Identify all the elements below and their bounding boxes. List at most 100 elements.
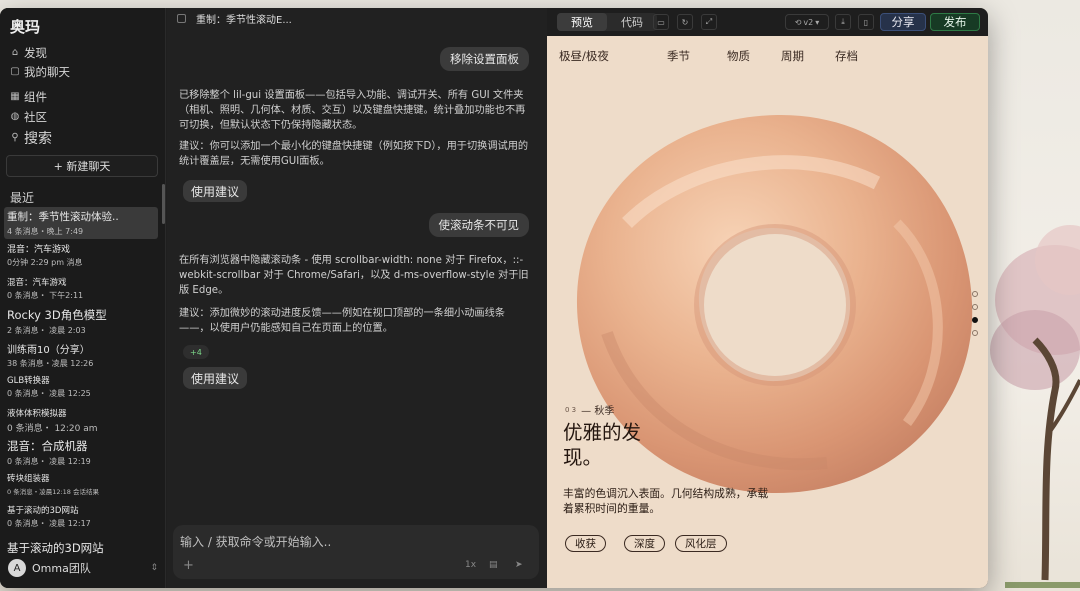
history-item[interactable]: 重制：季节性滚动体验.. 4 条消息・晚上 7:49 bbox=[4, 207, 158, 239]
nav-label: 搜索 bbox=[24, 131, 52, 147]
hero-headline: 优雅的发现。 bbox=[563, 421, 642, 469]
layout-icon[interactable]: ▭ bbox=[653, 14, 669, 30]
tab-preview[interactable]: 预览 bbox=[557, 13, 607, 31]
bookmark-icon[interactable]: ▯ bbox=[858, 14, 874, 30]
history-item[interactable]: Rocky 3D角色模型 2 条消息・ 凌晨 2:03 bbox=[4, 305, 158, 338]
history-icon: ⟲ bbox=[794, 17, 802, 27]
attach-plus-icon[interactable]: + bbox=[183, 558, 194, 573]
history-meta: 0 条消息・ 12:20 am bbox=[7, 424, 98, 434]
view-toggle: 预览 代码 bbox=[557, 13, 657, 31]
history-item[interactable]: 基于滚动的3D网站 0 条消息・ 凌晨 12:17 bbox=[4, 502, 158, 531]
scroll-dot-active[interactable] bbox=[972, 317, 978, 323]
history-title: 混音：汽车游戏 bbox=[7, 278, 67, 288]
assistant-message: 已移除整个 lil-gui 设置面板——包括导入功能、调试开关、所有 GUI 文… bbox=[179, 90, 526, 131]
chat-icon: ▢ bbox=[10, 66, 20, 77]
section-number: 0 3 bbox=[565, 405, 577, 414]
file-icon[interactable]: ▤ bbox=[489, 560, 498, 570]
use-suggestion-button[interactable]: 使用建议 bbox=[183, 180, 248, 202]
team-switcher[interactable]: A Omma团队 ⇕ bbox=[8, 557, 158, 579]
history-title: 混音：合成机器 bbox=[7, 439, 88, 453]
nav-link[interactable]: 季节 bbox=[667, 48, 690, 64]
app-window: 奥玛 ⌂ 发现 ▢ 我的聊天 ▦ 组件 ◍ 社区 ⚲ 搜索 + 新建聊天 最近 … bbox=[0, 8, 988, 588]
sidebar-toggle-icon[interactable] bbox=[177, 14, 186, 23]
history-item[interactable]: 液体体积模拟器 0 条消息・ 12:20 am bbox=[4, 405, 158, 436]
chevron-down-icon: ▾ bbox=[815, 17, 820, 27]
nav-community[interactable]: ◍ 社区 bbox=[10, 109, 47, 125]
section-label: 0 3 — 秋季 bbox=[565, 402, 614, 418]
nav-discover[interactable]: ⌂ 发现 bbox=[10, 45, 47, 61]
send-icon[interactable]: ➤ bbox=[515, 560, 523, 570]
new-chat-button[interactable]: + 新建聊天 bbox=[6, 155, 158, 177]
share-button[interactable]: 分享 bbox=[880, 13, 926, 31]
nav-link[interactable]: 物质 bbox=[727, 48, 750, 64]
history-title: 液体体积模拟器 bbox=[7, 409, 67, 419]
nav-label: 组件 bbox=[24, 90, 47, 104]
globe-icon: ◍ bbox=[10, 111, 20, 122]
history-title: Rocky 3D角色模型 bbox=[7, 308, 107, 322]
tag-chip[interactable]: 深度 bbox=[624, 535, 665, 552]
nav-link[interactable]: 周期 bbox=[781, 48, 804, 64]
sidebar-scrollbar[interactable] bbox=[162, 184, 165, 224]
history-meta: 0 条消息・ 凌晨 12:25 bbox=[7, 389, 91, 398]
tree-illustration bbox=[990, 225, 1080, 588]
use-suggestion-button[interactable]: 使用建议 bbox=[183, 367, 248, 389]
model-icon[interactable]: 1x bbox=[465, 560, 476, 570]
preview-toolbar: 预览 代码 ▭ ↻ ⤢ ⟲ v2 ▾ ⤓ ▯ 分享 发布 bbox=[547, 8, 988, 36]
refresh-icon[interactable]: ↻ bbox=[677, 14, 693, 30]
nav-label: 发现 bbox=[24, 46, 47, 60]
history-title: 砖块组装器 bbox=[7, 474, 50, 484]
scroll-dots bbox=[972, 291, 978, 336]
nav-label: 我的聊天 bbox=[24, 65, 70, 79]
tab-code[interactable]: 代码 bbox=[607, 13, 657, 31]
nav-link[interactable]: 存档 bbox=[835, 48, 858, 64]
scroll-dot[interactable] bbox=[972, 330, 978, 336]
history-title: 基于滚动的3D网站 bbox=[7, 541, 104, 555]
history-item[interactable]: 训练雨10（分享） 38 条消息・凌晨 12:26 bbox=[4, 339, 158, 371]
history-meta: 0 条消息・ 凌晨 12:19 bbox=[7, 457, 91, 466]
history-title: 基于滚动的3D网站 bbox=[7, 506, 79, 516]
history-item[interactable]: 砖块组装器 0 条消息・凌晨12:18 会话结果 bbox=[4, 470, 158, 498]
message-composer[interactable]: 输入 / 获取命令或开始输入.. + 1x ▤ ➤ bbox=[173, 525, 539, 579]
nav-my-chats[interactable]: ▢ 我的聊天 bbox=[10, 64, 70, 80]
scroll-dot[interactable] bbox=[972, 304, 978, 310]
history-title: 训练雨10（分享） bbox=[7, 345, 90, 356]
recent-heading: 最近 bbox=[10, 191, 35, 205]
version-select[interactable]: ⟲ v2 ▾ bbox=[785, 14, 829, 30]
history-meta: 0 条消息・ 凌晨 12:17 bbox=[7, 519, 91, 528]
grid-icon: ▦ bbox=[10, 91, 20, 102]
tag-chip[interactable]: 风化层 bbox=[675, 535, 727, 552]
scroll-dot[interactable] bbox=[972, 291, 978, 297]
history-meta: 0 条消息・凌晨12:18 会话结果 bbox=[7, 488, 99, 496]
history-meta: 0分钟 2:29 pm 消息 bbox=[7, 258, 83, 267]
history-item[interactable]: 混音：汽车游戏 0分钟 2:29 pm 消息 bbox=[4, 240, 158, 270]
history-meta: 0 条消息・ 下午2:11 bbox=[7, 291, 84, 300]
history-item[interactable]: 混音：合成机器 0 条消息・ 凌晨 12:19 bbox=[4, 436, 158, 469]
history-title: GLB转换器 bbox=[7, 376, 50, 386]
sidebar: 奥玛 ⌂ 发现 ▢ 我的聊天 ▦ 组件 ◍ 社区 ⚲ 搜索 + 新建聊天 最近 … bbox=[0, 8, 166, 588]
search-icon: ⚲ bbox=[11, 132, 19, 143]
preview-panel: 预览 代码 ▭ ↻ ⤢ ⟲ v2 ▾ ⤓ ▯ 分享 发布 极昼/极夜 季节 物质… bbox=[547, 8, 988, 588]
nav-search[interactable]: ⚲ 搜索 bbox=[10, 128, 52, 148]
tag-chip[interactable]: 收获 bbox=[565, 535, 606, 552]
download-icon[interactable]: ⤓ bbox=[835, 14, 851, 30]
chevron-updown-icon: ⇕ bbox=[150, 563, 158, 573]
version-label: v2 bbox=[803, 17, 814, 27]
expand-icon[interactable]: ⤢ bbox=[701, 14, 717, 30]
hero-description: 丰富的色调沉入表面。几何结构成熟，承载着累积时间的重量。 bbox=[563, 487, 769, 515]
composer-input[interactable]: 输入 / 获取命令或开始输入.. bbox=[180, 533, 331, 550]
user-message: 移除设置面板 bbox=[440, 47, 529, 71]
user-message: 使滚动条不可见 bbox=[428, 213, 529, 237]
history-meta: 38 条消息・凌晨 12:26 bbox=[7, 359, 94, 368]
home-icon: ⌂ bbox=[11, 47, 19, 58]
history-meta: 4 条消息・晚上 7:49 bbox=[7, 227, 84, 236]
changes-badge[interactable]: +4 bbox=[183, 345, 209, 359]
nav-link[interactable]: 极昼/极夜 bbox=[559, 48, 609, 64]
chat-header: 重制：季节性滚动E... bbox=[177, 11, 292, 26]
history-item[interactable]: GLB转换器 0 条消息・ 凌晨 12:25 bbox=[4, 372, 158, 401]
publish-button[interactable]: 发布 bbox=[930, 13, 980, 31]
chat-title: 重制：季节性滚动E... bbox=[196, 15, 292, 26]
history-title: 混音：汽车游戏 bbox=[7, 245, 71, 255]
history-item[interactable]: 基于滚动的3D网站 bbox=[4, 538, 158, 558]
history-item[interactable]: 混音：汽车游戏 0 条消息・ 下午2:11 bbox=[4, 274, 158, 303]
nav-components[interactable]: ▦ 组件 bbox=[10, 89, 47, 105]
